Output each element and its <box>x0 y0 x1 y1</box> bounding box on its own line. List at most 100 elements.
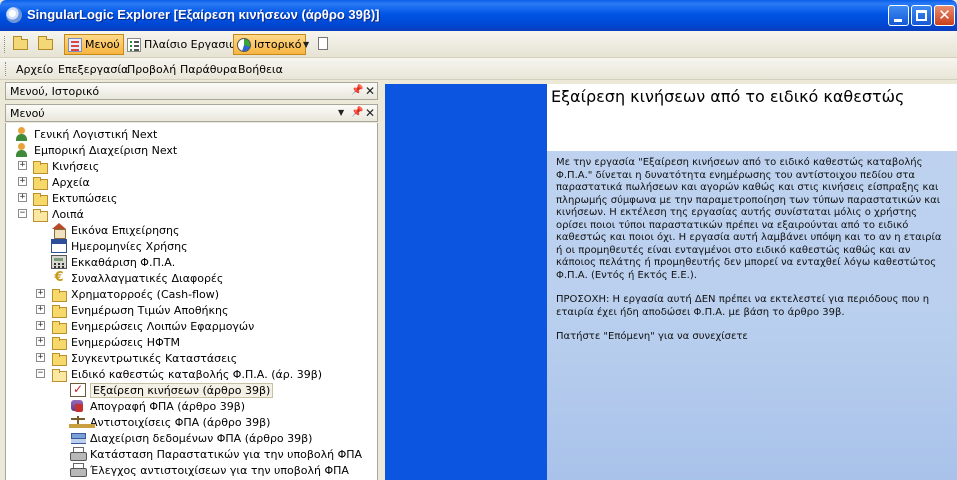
folder-open-icon <box>32 207 48 222</box>
printer-icon <box>70 447 87 461</box>
tree-item[interactable]: Αρχεία <box>32 174 90 190</box>
title-bar: SingularLogic Explorer [Εξαίρεση κινήσεω… <box>0 0 957 31</box>
tree-item[interactable]: Ενημερώσεις Λοιπών Εφαρμογών <box>51 318 254 334</box>
minimize-button[interactable] <box>888 5 909 26</box>
tree-item[interactable]: Κινήσεις <box>32 158 99 174</box>
folder-icon <box>51 287 67 302</box>
menu-view[interactable]: Προβολή <box>127 63 176 76</box>
tree-item[interactable]: Κατάσταση Παραστατικών για την υποβολή Φ… <box>70 446 362 462</box>
collapse-icon[interactable]: − <box>36 369 45 378</box>
expand-icon[interactable]: + <box>36 337 45 346</box>
tree-item-label: Κινήσεις <box>52 159 100 173</box>
new-window-button[interactable] <box>12 36 30 52</box>
folder-icon <box>32 159 48 174</box>
tree-item[interactable]: Εικόνα Επιχείρησης <box>51 222 180 239</box>
folder-icon <box>32 191 48 206</box>
instruction-paragraph: Πατήστε "Επόμενη" για να συνεχίσετε <box>556 331 748 342</box>
inner-panel-header: Μενού ▼ 📌 ✕ <box>5 104 378 122</box>
task-pane-label: Πλαίσιο Εργασιών <box>144 38 245 51</box>
tree-item[interactable]: Ειδικό καθεστώς καταβολής Φ.Π.Α. (άρ. 39… <box>51 366 322 382</box>
panel-splitter[interactable] <box>378 84 385 480</box>
tree-item-label: Αντιστοιχίσεις ΦΠΑ (άρθρο 39β) <box>90 415 271 429</box>
tree-item-label: Εμπορική Διαχείριση Next <box>34 143 178 157</box>
folder-icon <box>51 319 67 334</box>
expand-icon[interactable]: + <box>36 305 45 314</box>
tree-item[interactable]: Εκτυπώσεις <box>32 190 117 206</box>
expand-icon[interactable]: + <box>36 289 45 298</box>
menubar-grip[interactable] <box>5 62 8 76</box>
inner-panel-title: Μενού <box>10 107 45 120</box>
folder-icon <box>38 36 53 50</box>
expand-icon[interactable]: + <box>18 177 27 186</box>
close-button[interactable]: ✕ <box>934 5 955 26</box>
stack-icon <box>70 431 86 445</box>
inner-close-icon[interactable]: ✕ <box>365 106 375 120</box>
expand-icon[interactable]: + <box>36 353 45 362</box>
toolbar-grip[interactable] <box>4 36 7 53</box>
user-icon <box>14 127 30 141</box>
tree-item-selected[interactable]: Εξαίρεση κινήσεων (άρθρο 39β) <box>70 382 274 398</box>
tree-item-label: Κατάσταση Παραστατικών για την υποβολή Φ… <box>90 447 363 461</box>
tree-item[interactable]: Έλεγχος αντιστοιχίσεων για την υποβολή Φ… <box>70 462 349 478</box>
outer-close-icon[interactable]: ✕ <box>365 84 375 98</box>
menu-edit[interactable]: Επεξεργασία <box>58 63 128 76</box>
task-pane-button[interactable]: Πλαίσιο Εργασιών <box>124 34 247 55</box>
tree-item[interactable]: Ενημερώσεις ΗΦΤΜ <box>51 334 180 350</box>
calendar-icon <box>51 239 67 253</box>
tree-item[interactable]: Εκκαθάριση Φ.Π.Α. <box>51 254 175 270</box>
tree-item[interactable]: Εμπορική Διαχείριση Next <box>14 142 177 158</box>
tree-item[interactable]: Ημερομηνίες Χρήσης <box>51 238 188 254</box>
tree-item-label: Διαχείριση δεδομένων ΦΠΑ (άρθρο 39β) <box>90 431 313 445</box>
user-icon <box>14 143 30 157</box>
wizard-side-banner <box>385 84 547 480</box>
tree-item[interactable]: Απογραφή ΦΠΑ (άρθρο 39β) <box>70 398 245 414</box>
task-list-icon <box>127 37 141 52</box>
folder-icon <box>51 303 67 318</box>
description-paragraph: Με την εργασία "Εξαίρεση κινήσεων από το… <box>556 157 942 281</box>
tree-item[interactable]: Χρηματορροές (Cash-flow) <box>51 286 219 302</box>
document-icon[interactable] <box>318 37 328 50</box>
menu-help[interactable]: Βοήθεια <box>238 63 283 76</box>
history-dropdown-icon[interactable]: ▼ <box>303 40 309 49</box>
tree-item[interactable]: Ενημέρωση Τιμών Αποθήκης <box>51 302 228 318</box>
expand-icon[interactable]: + <box>18 161 27 170</box>
history-button[interactable]: Ιστορικό <box>233 34 306 55</box>
tree-item-label: Ειδικό καθεστώς καταβολής Φ.Π.Α. (άρ. 39… <box>71 367 323 381</box>
collapse-icon[interactable]: − <box>18 209 27 218</box>
calculator-icon <box>51 255 67 269</box>
maximize-button[interactable] <box>911 5 932 26</box>
tree-item-label: Εκτυπώσεις <box>52 191 118 205</box>
menu-toggle-label: Μενού <box>85 38 120 51</box>
menu-bar: Αρχείο Επεξεργασία Προβολή Παράθυρα Βοήθ… <box>0 58 957 80</box>
history-label: Ιστορικό <box>254 38 302 51</box>
folder-icon <box>51 351 67 366</box>
panel-dropdown-icon[interactable]: ▼ <box>338 108 344 117</box>
tree-item-label: Ημερομηνίες Χρήσης <box>71 239 188 253</box>
tree-item[interactable]: Διαχείριση δεδομένων ΦΠΑ (άρθρο 39β) <box>70 430 312 446</box>
checklist-icon <box>70 382 86 397</box>
expand-icon[interactable]: + <box>18 193 27 202</box>
tree-item-label: Αρχεία <box>52 175 90 189</box>
menu-file[interactable]: Αρχείο <box>16 63 53 76</box>
history-icon <box>237 37 251 52</box>
menu-toggle-button[interactable]: Μενού <box>64 34 124 55</box>
folder-icon <box>51 335 67 350</box>
new-window-icon <box>13 36 28 50</box>
tree-item-label: Γενική Λογιστική Next <box>34 127 158 141</box>
tree-item[interactable]: € Συναλλαγματικές Διαφορές <box>51 270 223 286</box>
tree-item[interactable]: Γενική Λογιστική Next <box>14 126 157 142</box>
open-button[interactable] <box>37 36 55 52</box>
menu-windows[interactable]: Παράθυρα <box>180 63 237 76</box>
pin-icon[interactable]: 📌 <box>351 85 363 96</box>
tree-item[interactable]: Συγκεντρωτικές Καταστάσεις <box>51 350 237 366</box>
wizard-body: Με την εργασία "Εξαίρεση κινήσεων από το… <box>556 157 948 356</box>
tree-item-label: Ενημέρωση Τιμών Αποθήκης <box>71 303 229 317</box>
scale-icon <box>70 415 86 429</box>
tree-item[interactable]: Αντιστοιχίσεις ΦΠΑ (άρθρο 39β) <box>70 414 270 430</box>
expand-icon[interactable]: + <box>36 321 45 330</box>
inner-pin-icon[interactable]: 📌 <box>351 107 363 118</box>
tree-item[interactable]: Λοιπά <box>32 206 84 222</box>
tree-item-label: Χρηματορροές (Cash-flow) <box>71 287 220 301</box>
printer-icon <box>70 463 87 477</box>
tree-item-label: Εικόνα Επιχείρησης <box>71 223 180 237</box>
